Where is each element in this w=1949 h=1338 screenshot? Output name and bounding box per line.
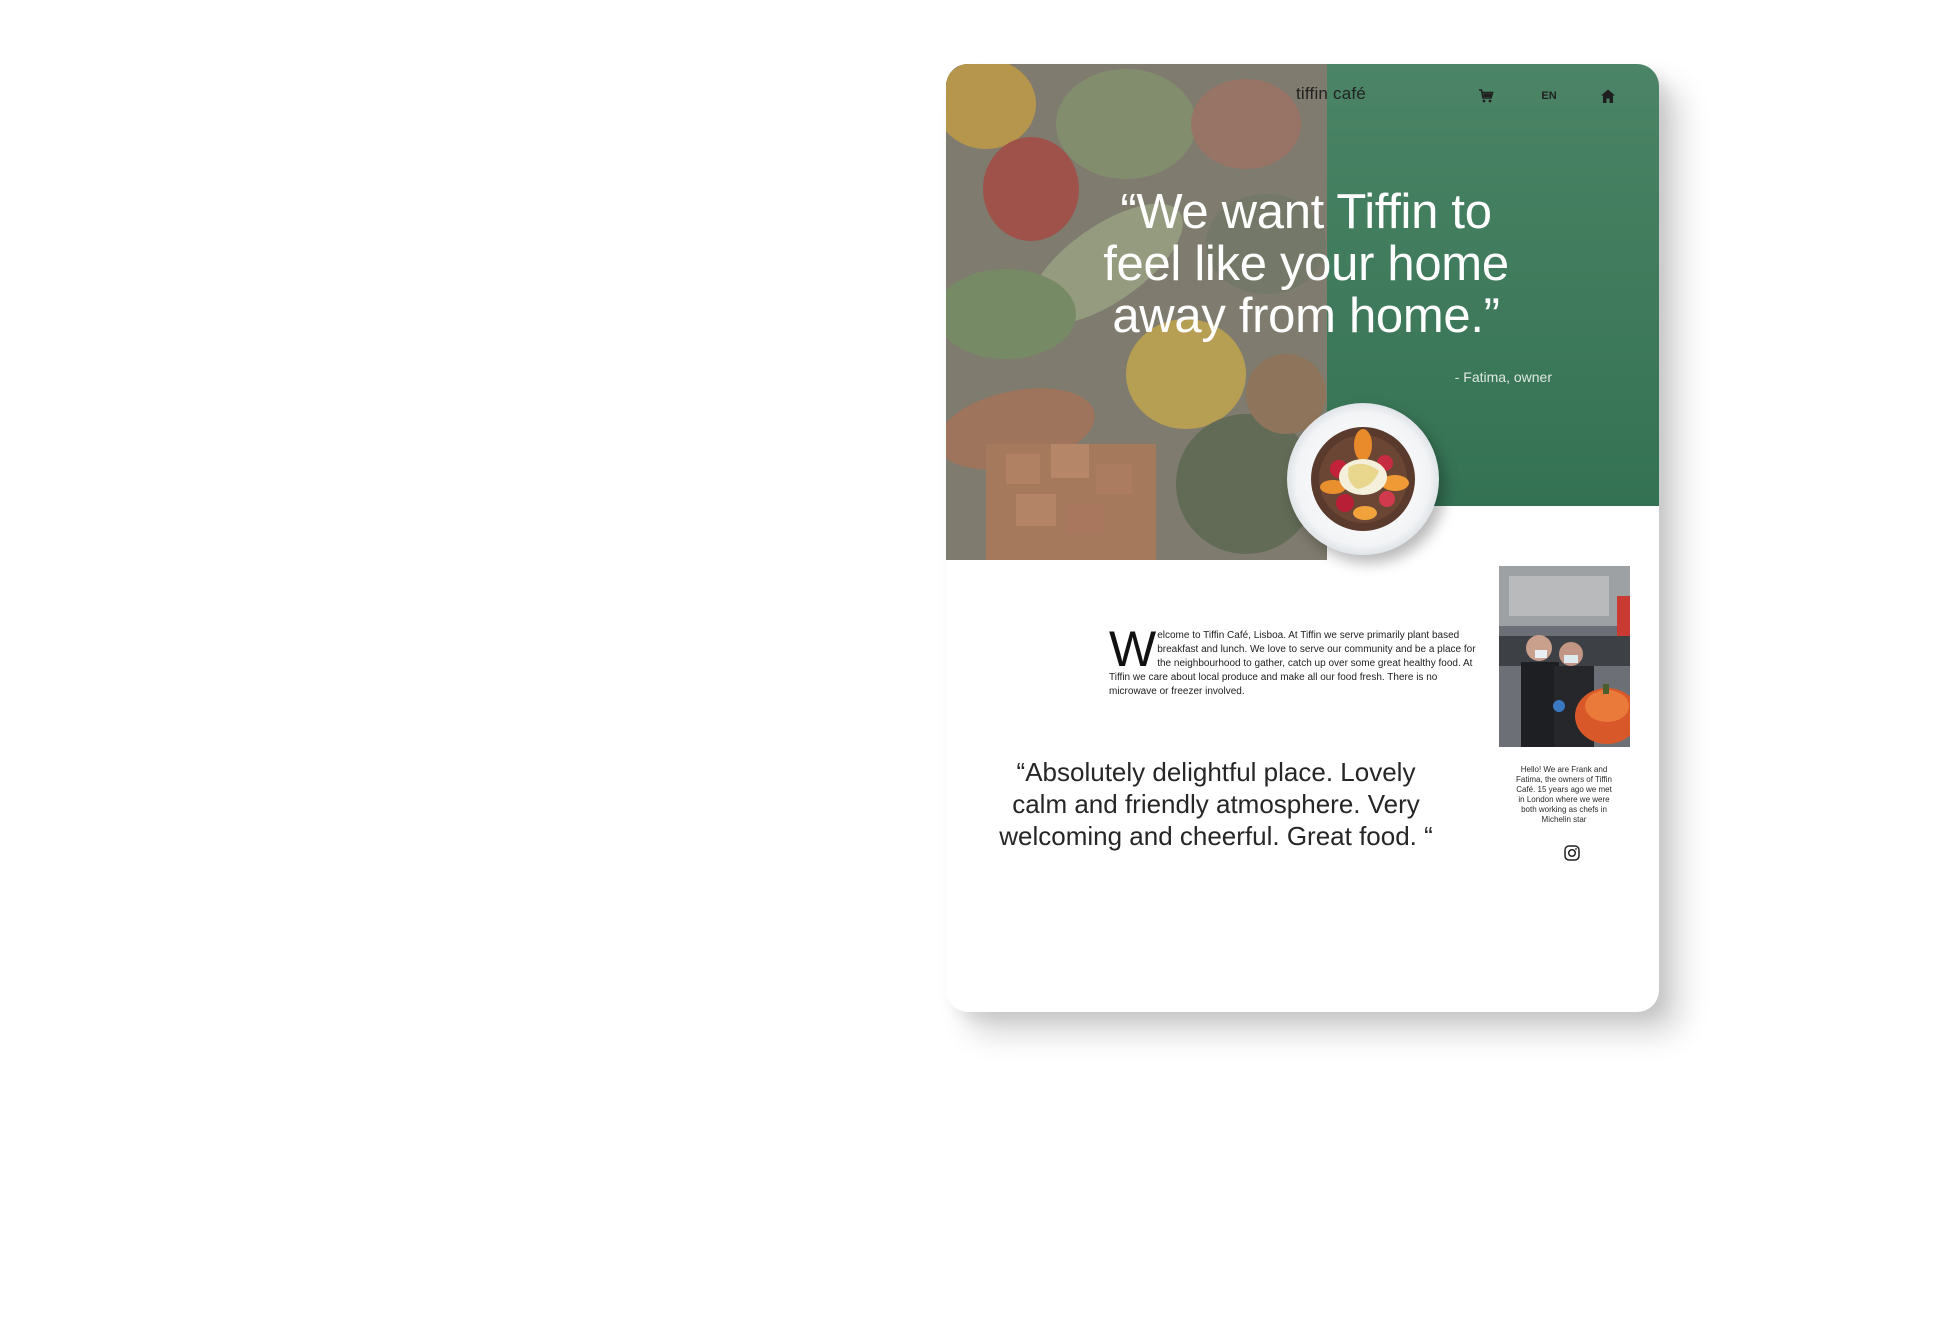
instagram-icon[interactable] [1563,844,1581,862]
customer-review: “Absolutely delightful place. Lovely cal… [999,757,1433,851]
owners-caption: Hello! We are Frank and Fatima, the owne… [1516,765,1612,824]
hero-quote: “We want Tiffin to feel like your home a… [1103,185,1509,343]
welcome-dropcap: W [1109,621,1157,677]
page-card: tiffin café EN “We want Tiffin to feel l… [946,64,1659,1012]
language-switch[interactable]: EN [1536,86,1562,106]
brand-logo[interactable]: tiffin café [1296,84,1366,104]
food-plate-image [1287,403,1439,555]
owners-photo [1499,566,1630,747]
cart-icon[interactable] [1476,86,1496,106]
hero-quote-author: - Fatima, owner [1454,369,1552,385]
welcome-text: elcome to Tiffin Café, Lisboa. At Tiffin… [1109,630,1476,697]
welcome-paragraph: W elcome to Tiffin Café, Lisboa. At Tiff… [1109,621,1487,699]
home-icon[interactable] [1598,86,1618,106]
